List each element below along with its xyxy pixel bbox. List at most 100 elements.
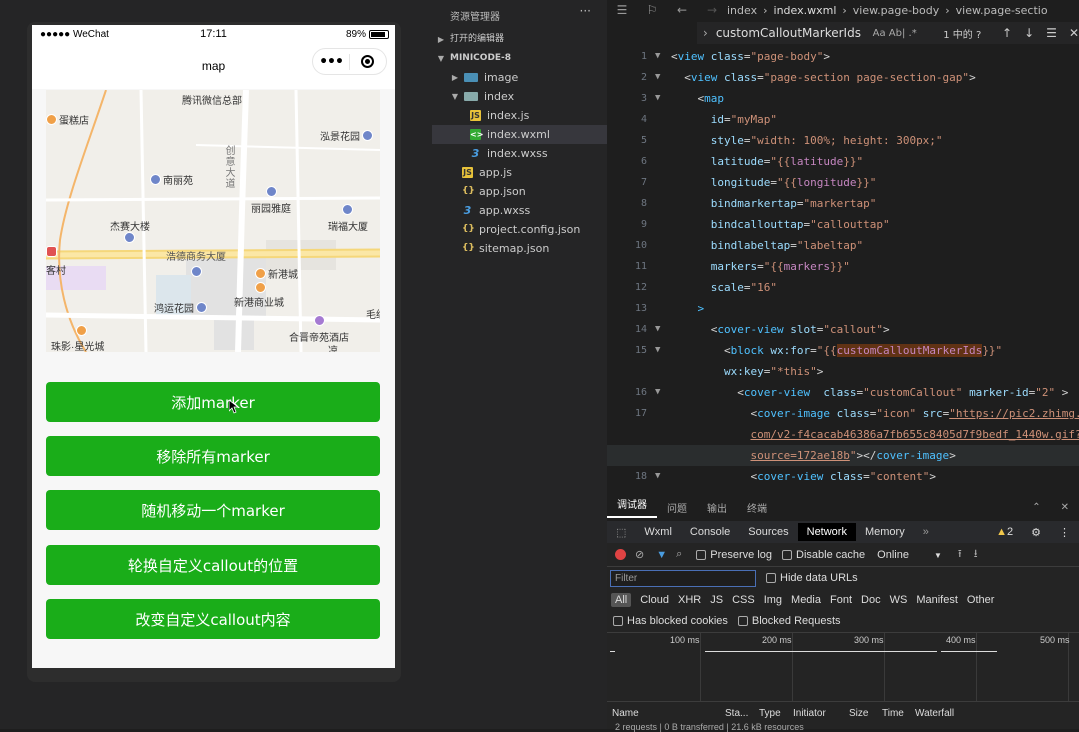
record-icon[interactable] xyxy=(615,549,626,560)
tree-item-image[interactable]: ▶ image xyxy=(432,68,607,87)
selection-icon[interactable]: ☰ xyxy=(1046,26,1057,40)
bottom-panel-tabs: 调试器 问题 输出 终端 ⌃ ✕ xyxy=(607,493,1079,521)
map-poi xyxy=(191,266,202,277)
tree-item-index[interactable]: ▼ index xyxy=(432,87,607,106)
back-icon[interactable]: ← xyxy=(667,3,697,17)
map-poi: 蛋糕店 xyxy=(46,112,89,127)
preserve-log-checkbox[interactable]: Preserve log xyxy=(696,549,772,561)
tab-memory[interactable]: Memory xyxy=(856,523,914,541)
inspect-icon[interactable]: ⬚ xyxy=(607,523,635,542)
find-count: 1 中的 ? xyxy=(943,29,982,41)
arrow-down-icon[interactable]: ↓ xyxy=(1024,26,1034,40)
type-filter[interactable]: Doc xyxy=(861,594,881,606)
filter-icon[interactable]: ▼ xyxy=(656,549,667,561)
network-toolbar: ⊘ ▼ ⌕ Preserve log Disable cache Online … xyxy=(607,543,1079,567)
forward-icon[interactable]: → xyxy=(697,3,727,17)
kebab-menu-icon[interactable]: ⋮ xyxy=(1050,523,1079,542)
column-status[interactable]: Sta... xyxy=(725,708,748,719)
status-time: 17:11 xyxy=(200,28,227,40)
tree-item-app-js[interactable]: JS app.js xyxy=(432,163,607,182)
remove-markers-button[interactable]: 移除所有marker xyxy=(46,436,380,476)
breadcrumb-item[interactable]: view.page-sectio xyxy=(956,4,1048,17)
tree-item-app-json[interactable]: {} app.json xyxy=(432,182,607,201)
chevron-down-icon: ▼ xyxy=(934,550,942,560)
hide-data-urls-checkbox[interactable]: Hide data URLs xyxy=(766,572,858,584)
explorer-more-icon[interactable]: ··· xyxy=(580,4,591,18)
tab-terminal[interactable]: 终端 xyxy=(737,500,777,515)
bookmark-icon[interactable]: ⚐ xyxy=(637,3,667,17)
breadcrumb-item[interactable]: index xyxy=(727,4,757,17)
battery-percent: 89% xyxy=(345,29,366,40)
more-menu-icon[interactable]: ••• xyxy=(313,55,349,69)
open-editors-section[interactable]: ▶ 打开的编辑器 xyxy=(432,30,607,49)
battery-icon xyxy=(369,30,389,39)
type-filter[interactable]: WS xyxy=(890,594,908,606)
has-blocked-cookies-checkbox[interactable]: Has blocked cookies xyxy=(613,615,728,627)
more-tabs-icon[interactable]: » xyxy=(914,523,938,541)
column-time[interactable]: Time xyxy=(882,708,904,719)
tree-item-sitemap[interactable]: {} sitemap.json xyxy=(432,239,607,258)
type-filter[interactable]: Cloud xyxy=(640,594,669,606)
tab-problems[interactable]: 问题 xyxy=(657,500,697,515)
json-file-icon: {} xyxy=(462,243,475,253)
tree-item-index-wxml[interactable]: <> index.wxml xyxy=(432,125,607,144)
map-view[interactable]: 蛋糕店 腾讯微信总部 泓景花园 南丽苑 丽园雅庭 杰赛大楼 瑞福大厦 浩德商务大… xyxy=(46,90,380,352)
type-filter[interactable]: CSS xyxy=(732,594,755,606)
list-icon[interactable]: ☰ xyxy=(607,3,637,17)
column-name[interactable]: Name xyxy=(612,708,639,719)
breadcrumb-item[interactable]: view.page-body xyxy=(853,4,939,17)
upload-icon[interactable]: ⭱ xyxy=(958,545,962,564)
gear-icon[interactable]: ⚙ xyxy=(1022,523,1050,542)
find-input[interactable]: customCalloutMarkerIds xyxy=(716,26,873,40)
toggle-replace-icon[interactable]: › xyxy=(703,26,708,40)
filter-input[interactable]: Filter xyxy=(610,569,756,587)
type-filter[interactable]: JS xyxy=(710,594,723,606)
rotate-callout-button[interactable]: 轮换自定义callout的位置 xyxy=(46,545,380,585)
tree-item-index-js[interactable]: JS index.js xyxy=(432,106,607,125)
tab-sources[interactable]: Sources xyxy=(739,523,797,541)
close-miniprogram-button[interactable] xyxy=(350,55,386,68)
type-filter[interactable]: XHR xyxy=(678,594,701,606)
search-icon[interactable]: ⌕ xyxy=(676,548,682,561)
project-section[interactable]: ▼ MINICODE-8 xyxy=(432,49,607,68)
map-poi: 鸿运花园 xyxy=(154,300,207,315)
warning-badge[interactable]: ▲2 xyxy=(987,523,1022,541)
type-filter[interactable]: Img xyxy=(764,594,782,606)
change-callout-button[interactable]: 改变自定义callout内容 xyxy=(46,599,380,639)
tab-output[interactable]: 输出 xyxy=(697,500,737,515)
column-size[interactable]: Size xyxy=(849,708,868,719)
close-icon[interactable]: ✕ xyxy=(1051,502,1079,513)
chevron-up-icon[interactable]: ⌃ xyxy=(1022,502,1050,513)
type-filter[interactable]: Manifest xyxy=(916,594,958,606)
tab-debugger[interactable]: 调试器 xyxy=(607,496,657,518)
add-marker-button[interactable]: 添加marker xyxy=(46,382,380,422)
type-filter[interactable]: Other xyxy=(967,594,995,606)
breadcrumb-item[interactable]: index.wxml xyxy=(774,4,837,17)
type-filter-all[interactable]: All xyxy=(611,593,632,607)
type-filter[interactable]: Font xyxy=(830,594,852,606)
tree-item-app-wxss[interactable]: 3 app.wxss xyxy=(432,201,607,220)
tab-network[interactable]: Network xyxy=(797,523,856,541)
map-poi: 凉 xyxy=(328,346,338,352)
timeline-tick: 500 ms xyxy=(1040,635,1070,645)
column-initiator[interactable]: Initiator xyxy=(793,708,826,719)
tab-wxml[interactable]: Wxml xyxy=(635,523,681,541)
throttle-select[interactable]: Online ▼ xyxy=(877,549,942,561)
tree-item-project-config[interactable]: {} project.config.json xyxy=(432,220,607,239)
arrow-up-icon[interactable]: ↑ xyxy=(1002,26,1012,40)
close-icon[interactable]: ✕ xyxy=(1069,26,1079,40)
column-type[interactable]: Type xyxy=(759,708,781,719)
find-options[interactable]: Aa Ab| .* xyxy=(873,28,944,39)
map-poi: 新港城 xyxy=(255,266,298,281)
blocked-requests-checkbox[interactable]: Blocked Requests xyxy=(737,615,841,627)
move-marker-button[interactable]: 随机移动一个marker xyxy=(46,490,380,530)
network-timeline[interactable]: 100 ms 200 ms 300 ms 400 ms 500 ms xyxy=(607,632,1079,702)
download-icon[interactable]: ⭳ xyxy=(974,545,978,564)
type-filter[interactable]: Media xyxy=(791,594,821,606)
tab-console[interactable]: Console xyxy=(681,523,739,541)
tree-item-index-wxss[interactable]: 3 index.wxss xyxy=(432,144,607,163)
breadcrumb: index › index.wxml › view.page-body › view.… xyxy=(727,3,1048,17)
column-waterfall[interactable]: Waterfall xyxy=(915,708,954,719)
clear-icon[interactable]: ⊘ xyxy=(635,548,644,561)
disable-cache-checkbox[interactable]: Disable cache xyxy=(782,549,865,561)
